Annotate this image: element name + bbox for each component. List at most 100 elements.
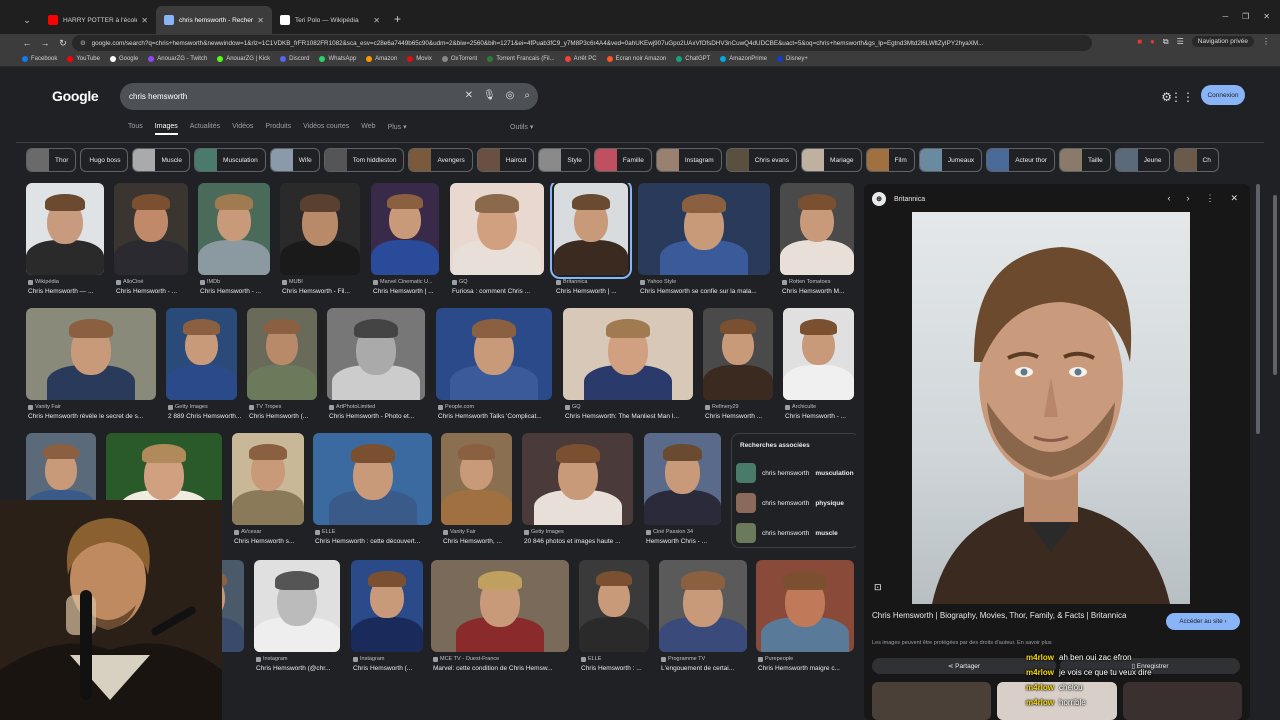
result-caption[interactable]: Chris Hemsworth maigre c... [758,665,856,672]
result-source[interactable]: Rotten Tomatoes [782,279,856,285]
image-result[interactable]: Vanity Fair Chris Hemsworth, ... [441,433,512,553]
result-source[interactable]: Getty Images [168,404,239,410]
tab-search-icon[interactable]: ⌄ [20,13,34,27]
image-result[interactable]: IMDb Chris Hemsworth - ... [198,183,270,303]
result-thumbnail[interactable] [522,433,633,525]
refinement-chip[interactable]: Instagram [655,148,722,172]
image-result[interactable]: ArtPhotoLimited Chris Hemsworth - Photo e… [327,308,425,428]
result-thumbnail[interactable] [166,308,237,400]
result-source[interactable]: Britannica [556,279,630,285]
preview-source[interactable]: Britannica [894,196,925,203]
image-result[interactable]: Wikipédia Chris Hemsworth — ... [26,183,104,303]
result-thumbnail[interactable] [550,183,632,279]
result-caption[interactable]: Chris Hemsworth - Fil... [282,288,368,295]
bookmark-item[interactable]: OxTorrent [441,56,477,62]
result-thumbnail[interactable] [703,308,773,400]
image-result[interactable]: Getty Images 20 846 photos et images haut… [522,433,633,553]
result-thumbnail[interactable] [198,183,270,275]
refinement-chip[interactable]: Jumeaux [918,148,983,172]
extension-icon[interactable]: ● [1150,37,1155,46]
image-result[interactable]: AlloCiné Chris Hemsworth - ... [114,183,188,303]
refinement-chip[interactable]: Film [865,148,915,172]
filter-tab[interactable]: Plus ▾ [388,123,407,135]
image-result[interactable]: ELLE Chris Hemsworth : cette découvert... [313,433,432,553]
private-mode-badge[interactable]: Navigation privée [1191,36,1254,47]
filter-tab[interactable]: Vidéos courtes [303,123,349,135]
related-thumbnail[interactable] [872,682,992,720]
filter-tab[interactable]: Vidéos [232,123,253,135]
result-caption[interactable]: L'engouement de certai... [661,665,755,672]
image-result[interactable]: MCE TV - Ouest-France Marvel: cette condi… [431,560,569,680]
image-result[interactable]: People.com Chris Hemsworth Talks 'Complic… [436,308,552,428]
result-caption[interactable]: Chris Hemsworth (@chr... [256,665,348,672]
result-thumbnail[interactable] [441,433,512,525]
result-thumbnail[interactable] [644,433,721,525]
refinement-chip[interactable]: Chris evans [725,148,798,172]
image-result[interactable]: Vanity Fair Chris Hemsworth révèle le sec… [26,308,156,428]
bookmark-item[interactable]: WhatsApp [319,56,356,62]
image-result[interactable]: Instagram Chris Hemsworth (@chr... [254,560,340,680]
result-thumbnail[interactable] [436,308,552,400]
result-source[interactable]: MUBI [282,279,362,285]
result-source[interactable]: People.com [438,404,554,410]
result-source[interactable]: ArtPhotoLimited [329,404,427,410]
image-result[interactable]: GQ Chris Hemsworth: The Manliest Man I... [563,308,693,428]
image-result[interactable]: Rotten Tomatoes Chris Hemsworth M... [780,183,854,303]
search-box[interactable]: chris hemsworth ✕ 🎙 ◎ ⌕ [120,83,538,110]
related-search-item[interactable]: chris hemsworth muscle [736,522,856,544]
result-source[interactable]: Wikipédia [28,279,106,285]
image-result[interactable]: ELLE Chris Hemsworth : ... [579,560,649,680]
result-thumbnail[interactable] [756,560,854,652]
lens-icon[interactable]: ◎ [506,90,515,101]
login-button[interactable]: Connexion [1201,85,1245,105]
result-caption[interactable]: Chris Hemsworth: The Manliest Man I... [565,413,701,420]
bookmark-item[interactable]: Google [109,56,138,62]
result-thumbnail[interactable] [579,560,649,652]
image-result[interactable]: Getty Images 2 889 Chris Hemsworth... [166,308,241,428]
result-caption[interactable]: 2 889 Chris Hemsworth... [168,413,245,420]
refinement-chip[interactable]: Mariage [801,148,862,172]
result-thumbnail[interactable] [26,308,156,400]
refinement-chip[interactable]: Tom hiddleston [323,148,405,172]
result-thumbnail[interactable] [351,560,423,652]
page-scrollbar[interactable] [1273,195,1277,375]
lens-search-icon[interactable]: ⊡ [874,582,882,593]
close-panel-icon[interactable]: ✕ [1230,193,1238,204]
tools-button[interactable]: Outils ▾ [510,123,533,131]
result-caption[interactable]: Furiosa : comment Chris ... [452,288,552,295]
bookmark-item[interactable]: Torrent Francais (Fil... [487,56,555,62]
bookmark-item[interactable]: Discord [280,56,309,62]
result-caption[interactable]: Chris Hemsworth se confie sur la mala... [640,288,778,295]
result-source[interactable]: GQ [565,404,695,410]
image-result[interactable]: Marvel Cinematic U... Chris Hemsworth | .… [371,183,439,303]
forward-icon[interactable]: → [36,38,54,48]
result-thumbnail[interactable] [254,560,340,652]
result-source[interactable]: Yahoo Style [640,279,772,285]
result-caption[interactable]: Chris Hemsworth - ... [116,288,196,295]
address-bar[interactable]: ⚙ google.com/search?q=chris+hemsworth&ne… [72,35,1092,51]
refinement-chip[interactable]: Haircut [476,148,535,172]
result-caption[interactable]: Chris Hemsworth : ... [581,665,657,672]
result-caption[interactable]: Chris Hemsworth ... [705,413,781,420]
image-result[interactable]: Instagram Chris Hemsworth (... [351,560,423,680]
refinement-chip[interactable]: Musculation [194,148,266,172]
bookmark-item[interactable]: AnouarZG | Kick [217,56,270,62]
image-result[interactable]: Refinery29 Chris Hemsworth ... [703,308,773,428]
image-result[interactable]: Programme TV L'engouement de certai... [659,560,747,680]
result-source[interactable]: Programme TV [661,656,749,662]
filter-tab[interactable]: Produits [265,123,291,135]
result-thumbnail[interactable] [280,183,360,275]
bookmark-item[interactable]: AnouarZG - Twitch [148,56,207,62]
new-tab-button[interactable]: + [394,12,401,26]
result-thumbnail[interactable] [659,560,747,652]
related-search-item[interactable]: chris hemsworth musculation [736,462,856,484]
result-thumbnail[interactable] [431,560,569,652]
result-caption[interactable]: Chris Hemsworth : cette découvert... [315,538,440,545]
result-thumbnail[interactable] [232,433,304,525]
result-thumbnail[interactable] [371,183,439,275]
browser-tab[interactable]: HARRY POTTER à l'école des sorciers ✕ [40,6,156,34]
bookmark-item[interactable]: YouTube [67,56,100,62]
bookmark-item[interactable]: Facebook [22,56,57,62]
result-source[interactable]: TV Tropes [249,404,319,410]
image-result[interactable]: TV Tropes Chris Hemsworth (... [247,308,317,428]
